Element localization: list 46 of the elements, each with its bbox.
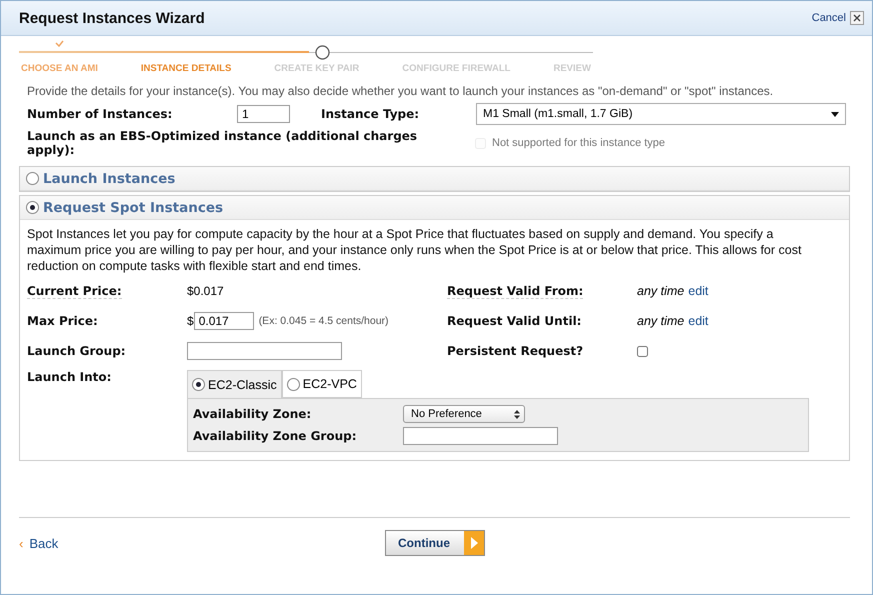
edit-link[interactable]: edit [688, 284, 708, 298]
field-label: Number of Instances: [27, 107, 174, 121]
field-label: Launch Into: [27, 370, 112, 384]
section-header[interactable]: Launch Instances [20, 167, 849, 191]
valid-from-value: any time [637, 284, 684, 298]
field-label: Instance Type: [321, 107, 420, 121]
step-marker-icon [315, 45, 330, 60]
field-label: Current Price: [27, 284, 123, 298]
field-label: Availability Zone Group: [193, 429, 358, 443]
price-hint: (Ex: 0.045 = 4.5 cents/hour) [258, 315, 389, 327]
section-header[interactable]: Request Spot Instances [20, 196, 849, 220]
wizard-step: CHOOSE AN AMI [21, 63, 98, 74]
edit-link[interactable]: edit [688, 314, 708, 328]
checkbox-label: Not supported for this instance type [492, 137, 666, 149]
stepper-icon [514, 410, 520, 418]
cancel-link[interactable]: Cancel [812, 12, 846, 24]
zone-dropdown[interactable]: No Preference [403, 405, 525, 423]
field-label: Persistent Request? [447, 344, 584, 358]
field-label: Availability Zone: [193, 407, 312, 421]
close-icon[interactable] [850, 11, 864, 25]
field-label: Request Valid From: [447, 284, 584, 298]
spot-description: Spot Instances let you pay for compute capacity by the hour at a Spot Price that fluctuates based on supply and demand. You specify a maximum price you are willing to pay per hour, and your instance only runs when the Spot Price is at or below that price. This allows for cost reduction on compute tasks with flexible start and end times. [27, 226, 802, 274]
valid-until-value: any time [637, 314, 684, 328]
max-price-field[interactable]: 0.017 [194, 312, 254, 330]
intro-text: Provide the details for your instance(s). You may also decide whether you want to launch your instances as "on-demand" or "spot" instances. [27, 84, 774, 98]
field-label: Request Valid Until: [447, 314, 582, 328]
launch-tab[interactable]: EC2-Classic [187, 370, 282, 398]
launch-tab[interactable]: EC2-VPC [282, 370, 362, 398]
radio-button[interactable] [26, 201, 39, 214]
current-price: $0.017 [187, 284, 224, 298]
check-icon [55, 40, 64, 47]
launch-group-field[interactable] [187, 342, 342, 360]
currency-symbol: $ [187, 314, 194, 328]
wizard-step: INSTANCE DETAILS [140, 63, 232, 74]
continue-button[interactable]: Continue [385, 530, 485, 556]
back-link[interactable]: ‹ Back [19, 536, 385, 550]
instances-field[interactable]: 1 [237, 105, 290, 123]
zone-group-field[interactable] [403, 427, 558, 445]
field-label: Max Price: [27, 314, 99, 328]
caret-icon [831, 112, 839, 116]
radio-button[interactable] [26, 172, 39, 185]
field-label: Launch Group: [27, 344, 127, 358]
field-label: Launch as an EBS-Optimized instance (additional charges apply): [27, 129, 418, 157]
window-title: Request Instances Wizard [19, 10, 205, 26]
instance-type-dropdown[interactable]: M1 Small (m1.small, 1.7 GiB) [476, 103, 846, 125]
persistent-checkbox[interactable] [637, 346, 648, 356]
